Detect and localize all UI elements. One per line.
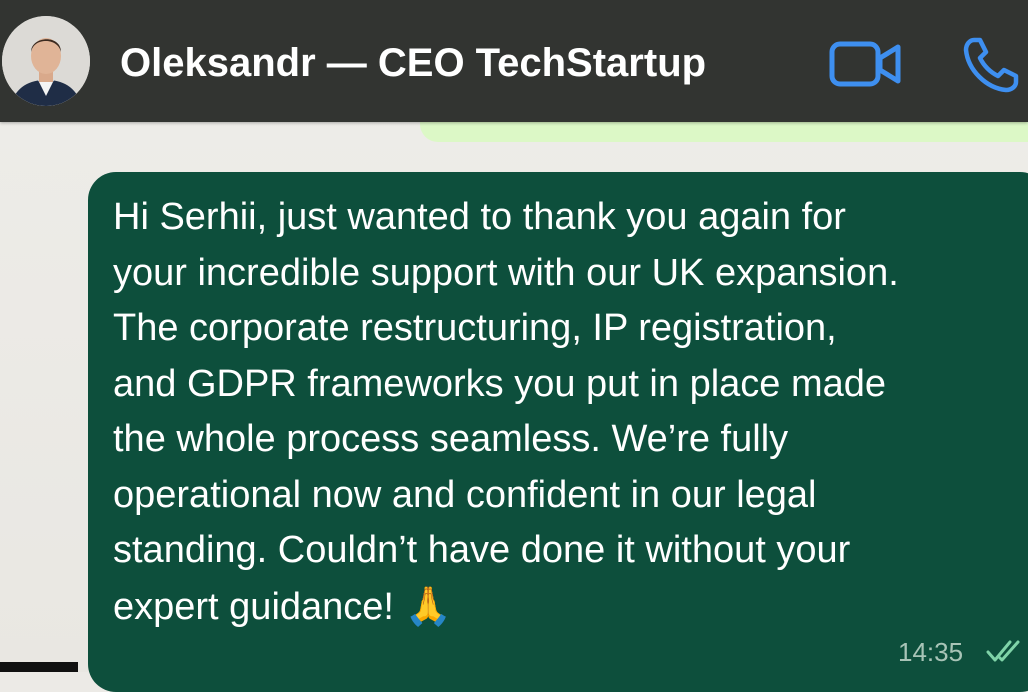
folded-hands-emoji: 🙏	[404, 583, 452, 628]
message-timestamp: 14:35	[898, 637, 964, 667]
chat-header: Oleksandr — CEO TechStartup	[0, 0, 1028, 122]
video-camera-icon[interactable]	[828, 38, 904, 90]
corner-artifact	[0, 662, 78, 672]
contact-name[interactable]: Oleksandr — CEO TechStartup	[120, 38, 706, 88]
message-body: Hi Serhii, just wanted to thank you agai…	[113, 196, 899, 628]
message-text: Hi Serhii, just wanted to thank you agai…	[113, 190, 1018, 635]
phone-icon[interactable]	[960, 34, 1020, 96]
double-check-icon	[984, 636, 1028, 666]
contact-avatar[interactable]	[2, 16, 90, 106]
